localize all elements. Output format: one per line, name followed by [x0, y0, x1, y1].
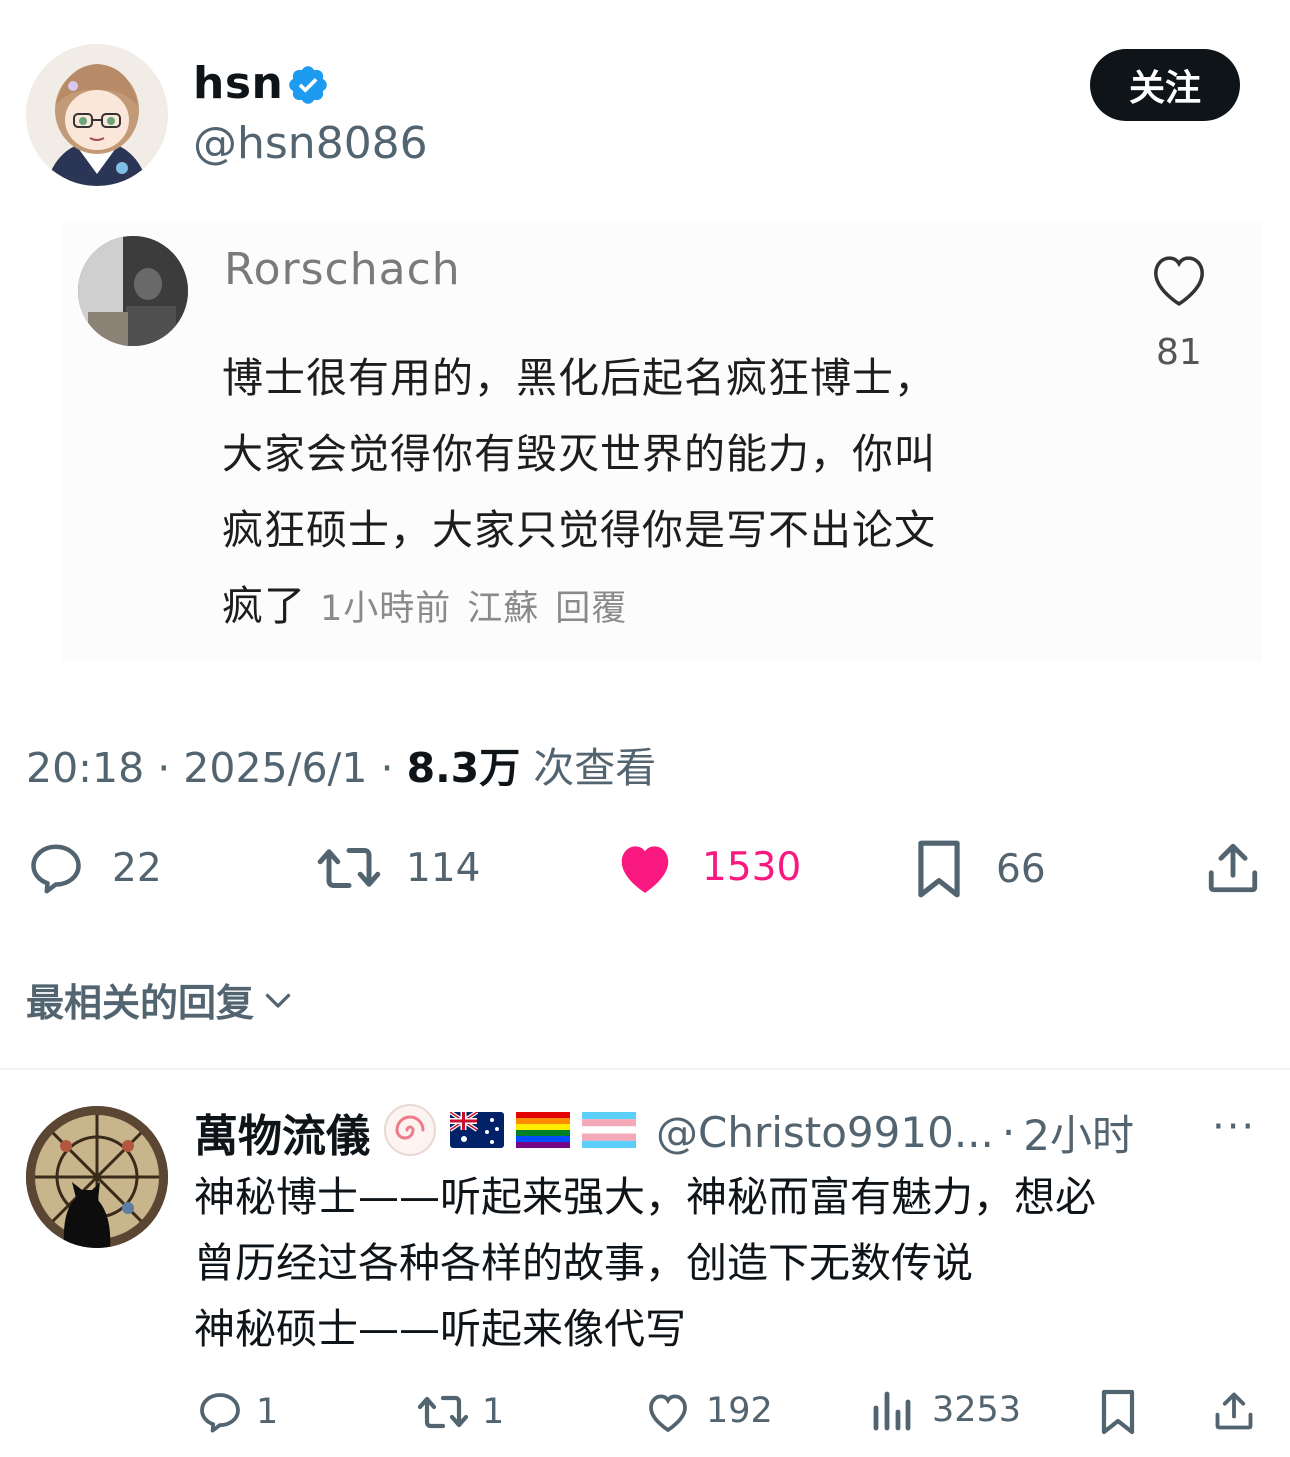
author-display-name[interactable]: hsn — [193, 58, 283, 109]
reply-line: 神秘博士——听起来强大，神秘而富有魅力，想必 — [194, 1173, 1096, 1221]
reply-line: 曾历经过各种各样的故事，创造下无数传说 — [194, 1239, 973, 1287]
bookmark-icon — [1101, 1389, 1135, 1435]
bookmark-count: 66 — [996, 846, 1046, 892]
reply-author-avatar[interactable] — [26, 1106, 168, 1248]
heart-filled-icon — [621, 846, 669, 893]
repost-icon — [317, 848, 381, 888]
embedded-comment-text: 博士很有用的，黑化后起名疯狂博士， 大家会觉得你有毁灭世界的能力，你叫 疯狂硕士… — [222, 340, 1062, 647]
more-options-button[interactable]: ··· — [1212, 1104, 1256, 1150]
embedded-like-count: 81 — [1156, 332, 1202, 373]
reply-author-name[interactable]: 萬物流儀 — [194, 1100, 370, 1164]
replies-sort-dropdown[interactable]: 最相关的回复 — [26, 972, 296, 1027]
follow-button[interactable]: 关注 — [1090, 49, 1240, 121]
share-button[interactable] — [1204, 838, 1262, 898]
post-meta: 20:18 · 2025/6/1 · 8.3万 次查看 — [26, 734, 656, 794]
stained-glass-cat-avatar-icon — [26, 1106, 168, 1248]
embedded-comment-line: 疯狂硕士，大家只觉得你是写不出论文 — [222, 506, 936, 554]
meta-separator: · — [380, 744, 394, 792]
reply-share-button[interactable] — [1212, 1388, 1256, 1434]
rainbow-flag-icon — [516, 1112, 570, 1152]
post-time: 20:18 — [26, 744, 145, 792]
views-chart-icon — [873, 1391, 911, 1431]
like-button[interactable]: 1530 — [614, 838, 801, 896]
anime-avatar-icon — [26, 44, 168, 186]
narutomaki-icon — [382, 1102, 438, 1162]
reply-reply-count: 1 — [256, 1392, 279, 1432]
reply-time[interactable]: 2小时 — [1023, 1102, 1134, 1163]
embedded-comment-line: 疯了 1小時前 江蘇 回覆 — [222, 568, 1062, 647]
repost-count: 114 — [406, 845, 481, 891]
reply-like-count: 192 — [706, 1391, 773, 1431]
repost-icon — [417, 1395, 469, 1429]
australia-flag-icon — [448, 1110, 504, 1152]
embedded-comment-location: 江蘇 — [467, 589, 540, 629]
reply-text: 神秘博士——听起来强大，神秘而富有魅力，想必 曾历经过各种各样的故事，创造下无数… — [194, 1164, 1264, 1362]
reply-line: 神秘硕士——听起来像代写 — [194, 1305, 686, 1353]
embedded-heart-icon — [1146, 248, 1212, 308]
post-date: 2025/6/1 — [183, 744, 368, 792]
photo-avatar-icon — [78, 236, 188, 346]
embedded-comment-time: 1小時前 — [320, 589, 452, 629]
reply-separator: · — [1001, 1107, 1016, 1157]
transgender-flag-icon — [581, 1112, 637, 1152]
author-avatar[interactable] — [26, 44, 168, 186]
bookmark-icon — [918, 840, 960, 898]
reply-button[interactable]: 22 — [26, 838, 162, 898]
reply-icon — [200, 1393, 240, 1433]
embedded-commenter-avatar — [78, 236, 188, 346]
reply-header: 萬物流儀 @Christo9910... · 2小时 — [194, 1100, 1134, 1164]
reply-like-button[interactable]: 192 — [644, 1388, 773, 1434]
embedded-comment-meta: 1小時前 江蘇 回覆 — [320, 589, 643, 629]
share-icon — [1208, 843, 1258, 893]
reply-icon — [31, 844, 81, 894]
like-count: 1530 — [702, 844, 802, 890]
bookmark-button[interactable]: 66 — [912, 838, 1046, 900]
reply-reply-button[interactable]: 1 — [196, 1388, 278, 1436]
reply-count: 22 — [112, 845, 162, 891]
chevron-down-icon — [265, 993, 291, 1008]
reply-repost-count: 1 — [482, 1392, 505, 1432]
divider — [0, 1068, 1290, 1070]
share-icon — [1215, 1392, 1253, 1430]
embedded-comment-last-line: 疯了 — [222, 582, 306, 630]
author-handle[interactable]: @hsn8086 — [193, 118, 428, 169]
view-count: 8.3万 — [406, 744, 521, 792]
reply-view-count: 3253 — [932, 1390, 1022, 1430]
heart-icon — [649, 1394, 687, 1433]
meta-separator: · — [157, 744, 171, 792]
embedded-comment-line: 大家会觉得你有毁灭世界的能力，你叫 — [222, 430, 936, 478]
view-label: 次查看 — [533, 744, 657, 792]
reply-author-handle[interactable]: @Christo9910... — [656, 1108, 994, 1157]
reply-repost-button[interactable]: 1 — [416, 1388, 504, 1436]
reply-views-button[interactable]: 3253 — [872, 1388, 1021, 1432]
repost-button[interactable]: 114 — [316, 838, 480, 898]
reply-bookmark-button[interactable] — [1098, 1388, 1138, 1436]
verified-badge-icon — [286, 63, 330, 107]
embedded-comment-line: 博士很有用的，黑化后起名疯狂博士， — [222, 354, 936, 402]
embedded-commenter-name: Rorschach — [224, 244, 461, 295]
embedded-comment-reply: 回覆 — [555, 589, 628, 629]
replies-sort-label: 最相关的回复 — [26, 981, 255, 1025]
